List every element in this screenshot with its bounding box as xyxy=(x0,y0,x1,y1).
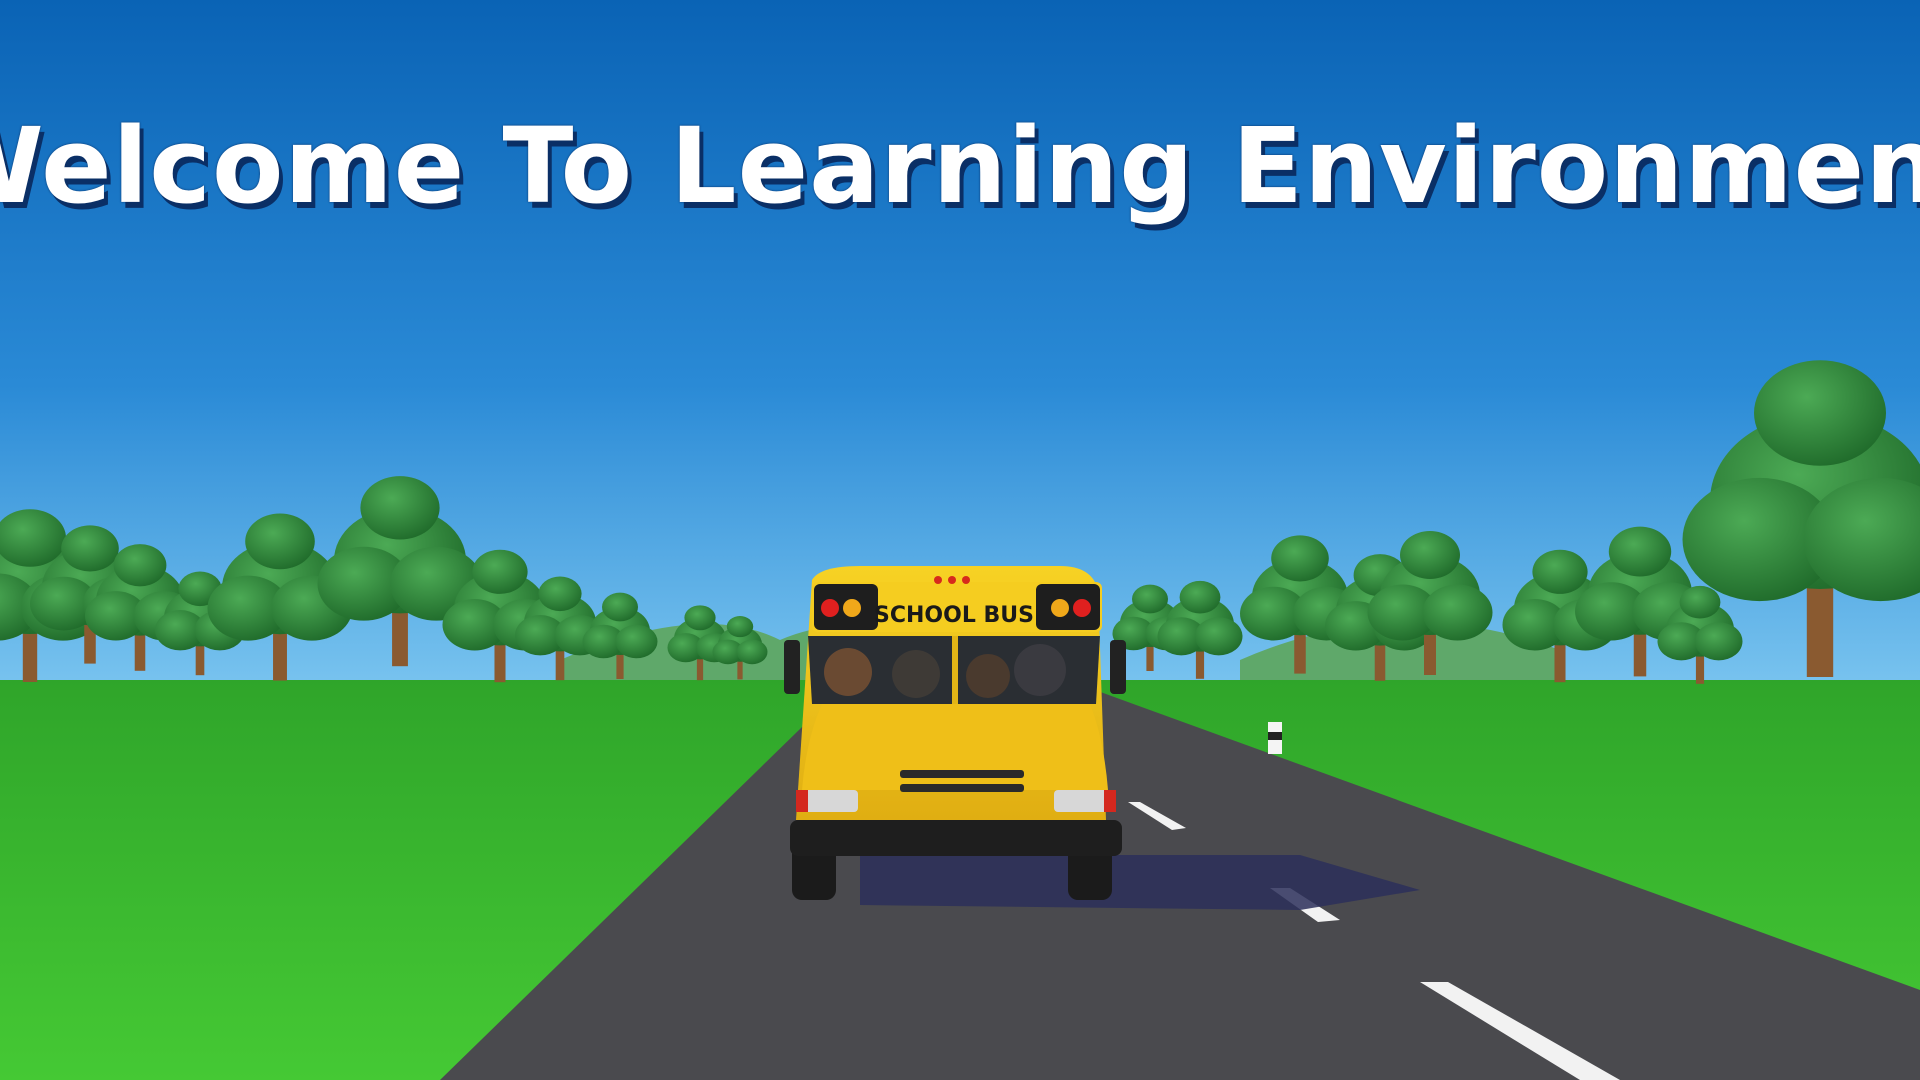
tree-trunk xyxy=(1374,641,1386,681)
tree-canopy xyxy=(1608,526,1672,577)
tree-trunk xyxy=(1633,629,1647,677)
tree-trunk xyxy=(616,652,624,679)
tree-canopy xyxy=(472,549,528,594)
tree-canopy xyxy=(113,544,167,587)
tree-canopy xyxy=(1400,531,1460,579)
tree-canopy xyxy=(360,476,440,540)
tree-canopy xyxy=(538,576,582,612)
tree-trunk xyxy=(22,628,38,682)
bus-mirror xyxy=(1110,640,1126,694)
tree-trunk xyxy=(1806,578,1834,677)
passenger xyxy=(966,654,1010,698)
tree-canopy xyxy=(1532,549,1588,594)
bus-grille xyxy=(900,770,1024,778)
tree-canopy xyxy=(602,592,638,622)
tree-trunk xyxy=(1554,640,1566,683)
tree-canopy xyxy=(1194,617,1243,656)
tree-canopy xyxy=(1271,535,1329,582)
bus-light-red xyxy=(1073,599,1091,617)
tree-trunk xyxy=(1294,630,1306,674)
bus-light-amber xyxy=(843,599,861,617)
bus-sign-text: SCHOOL BUS xyxy=(874,603,1034,628)
tree-trunk xyxy=(737,659,743,680)
page-title: Welcome To Learning Environment xyxy=(0,105,1920,227)
tree-trunk xyxy=(134,631,146,671)
tree-trunk xyxy=(696,656,704,681)
tree-trunk xyxy=(392,606,408,667)
tree-canopy xyxy=(1754,360,1886,466)
tree-canopy xyxy=(61,525,119,572)
passenger xyxy=(1014,644,1066,696)
tree-canopy xyxy=(245,513,315,570)
passenger xyxy=(824,648,872,696)
tree-canopy xyxy=(726,616,754,638)
tree-canopy xyxy=(1179,580,1221,614)
video-frame: SCHOOL BUS Welcome To Learning Environme… xyxy=(0,0,1920,1080)
tree-trunk xyxy=(195,642,205,676)
bus-light-red xyxy=(821,599,839,617)
tree-canopy xyxy=(736,639,768,665)
tree-canopy xyxy=(615,624,658,659)
bus-mirror xyxy=(784,640,800,694)
tree-canopy xyxy=(1679,585,1721,619)
tree-canopy xyxy=(1132,584,1168,614)
tree-trunk xyxy=(1195,648,1205,679)
tree-trunk xyxy=(1695,653,1705,684)
tree-canopy xyxy=(1694,622,1743,661)
tree-trunk xyxy=(1146,644,1154,671)
bus-light-amber xyxy=(1051,599,1069,617)
tree-trunk xyxy=(1424,630,1436,675)
tree-canopy xyxy=(1422,584,1493,641)
tree-canopy xyxy=(684,605,716,631)
bus-bumper xyxy=(790,820,1122,856)
school-bus: SCHOOL BUS xyxy=(784,566,1126,900)
passenger xyxy=(892,650,940,698)
tree-trunk xyxy=(494,640,506,683)
tree-trunk xyxy=(555,647,565,681)
tree-trunk xyxy=(273,628,287,681)
